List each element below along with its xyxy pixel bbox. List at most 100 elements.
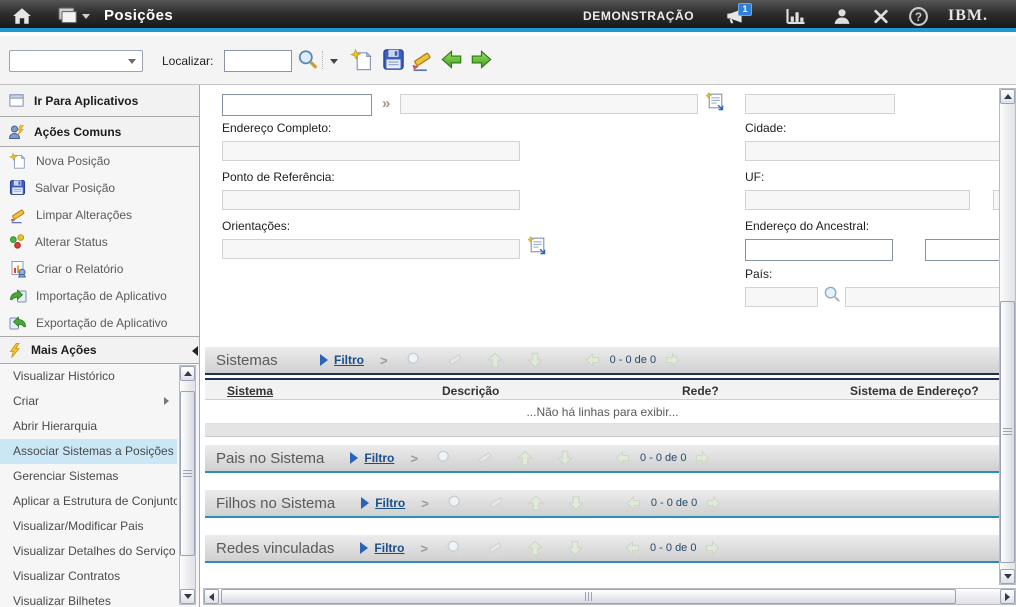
page-previous-icon-disabled — [584, 352, 602, 368]
item-label: Visualizar Contratos — [13, 569, 120, 583]
orientacoes-field — [222, 239, 520, 259]
scrollbar-thumb[interactable] — [1000, 301, 1015, 563]
long-description-icon[interactable] — [527, 235, 548, 256]
scroll-left-button[interactable] — [204, 589, 219, 604]
more-action-item[interactable]: Visualizar Detalhes do Serviço — [0, 539, 177, 564]
go-to-caret-icon[interactable] — [82, 14, 90, 19]
localizar-input[interactable] — [224, 50, 292, 72]
scroll-down-button[interactable] — [1000, 569, 1015, 584]
change-status-icon — [9, 233, 26, 250]
scroll-up-button[interactable] — [1000, 89, 1015, 104]
close-icon[interactable] — [872, 8, 894, 28]
more-action-item-criar[interactable]: Criar — [0, 389, 177, 414]
filter-expand-icon[interactable] — [361, 497, 369, 509]
filter-link[interactable]: Filtro — [364, 451, 394, 465]
pais-field — [745, 287, 818, 307]
sistemas-table-footer — [205, 424, 1000, 437]
content-horizontal-scrollbar[interactable] — [203, 588, 1016, 605]
endereco-ancestral-input-1[interactable] — [745, 239, 893, 261]
action-nova-posicao[interactable]: Nova Posição — [0, 147, 199, 174]
save-icon[interactable] — [382, 48, 404, 72]
scrollbar-thumb[interactable] — [180, 391, 195, 556]
more-action-item[interactable]: Visualizar Histórico — [0, 364, 177, 389]
uf-field — [745, 190, 970, 210]
more-action-item[interactable]: Gerenciar Sistemas — [0, 464, 177, 489]
endereco-completo-label: Endereço Completo: — [222, 121, 331, 135]
sidebar-go-to-applications[interactable]: Ir Para Aplicativos — [0, 85, 199, 117]
chevron-right-icon[interactable]: > — [410, 451, 418, 466]
filter-expand-icon[interactable] — [360, 542, 368, 554]
long-description-icon[interactable] — [705, 91, 726, 112]
action-limpar-alteracoes[interactable]: Limpar Alterações — [0, 201, 199, 228]
move-down-icon-disabled — [566, 539, 584, 557]
search-icon-disabled — [446, 539, 464, 557]
section-filhos-no-sistema: Filhos no Sistema Filtro > 0 - 0 de 0 — [205, 490, 1000, 518]
action-exportacao-aplicativo[interactable]: Exportação de Aplicativo — [0, 309, 199, 336]
clear-changes-icon[interactable] — [410, 48, 432, 72]
action-label: Criar o Relatório — [36, 262, 123, 276]
next-record-icon[interactable] — [470, 49, 492, 73]
more-action-item[interactable]: Aplicar a Estrutura de Conjunto ... — [0, 489, 177, 514]
action-select-dropdown[interactable] — [9, 50, 143, 72]
filter-expand-icon[interactable] — [320, 354, 328, 366]
sidebar-scrollbar[interactable] — [179, 365, 196, 605]
chevron-right-icon[interactable]: > — [380, 353, 388, 368]
profile-icon[interactable] — [832, 7, 854, 27]
pais-search-icon[interactable] — [823, 285, 842, 304]
top-navigation-bar: Posições DEMONSTRAÇÃO 1 ? IBM. — [0, 0, 1016, 32]
item-label: Criar — [13, 394, 39, 408]
section-title: Sistemas — [216, 352, 294, 369]
scroll-up-button[interactable] — [180, 366, 195, 381]
scrollbar-thumb[interactable] — [221, 589, 956, 604]
section-title: Redes vinculadas — [216, 540, 334, 557]
page-next-icon-disabled — [664, 352, 682, 368]
filter-link[interactable]: Filtro — [374, 541, 404, 555]
search-options-caret-icon[interactable] — [330, 59, 338, 64]
filter-link[interactable]: Filtro — [334, 353, 364, 367]
new-record-icon — [9, 152, 27, 170]
pager-count: 0 - 0 de 0 — [640, 452, 686, 464]
submenu-arrow-icon — [164, 397, 169, 405]
environment-label: DEMONSTRAÇÃO — [583, 9, 694, 23]
more-action-item[interactable]: Abrir Hierarquia — [0, 414, 177, 439]
filter-expand-icon[interactable] — [350, 452, 358, 464]
sidebar-collapse-icon[interactable] — [192, 346, 198, 356]
more-action-item[interactable]: Visualizar Contratos — [0, 564, 177, 589]
chevron-right-icon[interactable]: > — [421, 496, 429, 511]
column-header-sistema[interactable]: Sistema — [227, 384, 273, 398]
column-header-descricao: Descrição — [442, 384, 499, 398]
previous-record-icon[interactable] — [440, 49, 462, 73]
go-to-menu-icon[interactable] — [57, 6, 79, 26]
filter-link[interactable]: Filtro — [375, 496, 405, 510]
ibm-logo: IBM. — [948, 7, 988, 25]
action-alterar-status[interactable]: Alterar Status — [0, 228, 199, 255]
endereco-ancestral-input-2[interactable] — [925, 239, 1005, 261]
page-next-icon-disabled — [704, 540, 722, 556]
svg-text:?: ? — [915, 12, 922, 24]
home-icon[interactable] — [12, 6, 34, 26]
sistemas-table-empty-row: ...Não há linhas para exibir... — [205, 401, 1000, 424]
search-icon-disabled — [447, 494, 465, 512]
chevron-right-icon[interactable]: > — [420, 541, 428, 556]
action-label: Importação de Aplicativo — [36, 289, 167, 303]
search-icon[interactable] — [297, 48, 319, 72]
more-action-item[interactable]: Visualizar Bilhetes — [0, 589, 177, 607]
reports-chart-icon[interactable] — [785, 8, 807, 28]
move-up-icon-disabled — [516, 449, 534, 467]
more-action-item[interactable]: Visualizar/Modificar Pais — [0, 514, 177, 539]
scroll-right-button[interactable] — [1000, 589, 1015, 604]
more-action-item-selected[interactable]: Associar Sistemas a Posições — [0, 439, 177, 464]
action-criar-relatorio[interactable]: Criar o Relatório — [0, 255, 199, 282]
cidade-label: Cidade: — [745, 121, 786, 135]
new-record-icon[interactable] — [350, 48, 372, 72]
content-vertical-scrollbar[interactable] — [999, 88, 1016, 585]
scroll-down-button[interactable] — [180, 589, 195, 604]
item-label: Visualizar/Modificar Pais — [13, 519, 144, 533]
action-salvar-posicao[interactable]: Salvar Posição — [0, 174, 199, 201]
create-report-icon — [9, 260, 27, 278]
announcements-icon[interactable]: 1 — [724, 7, 746, 27]
action-importacao-aplicativo[interactable]: Importação de Aplicativo — [0, 282, 199, 309]
page-previous-icon-disabled — [614, 450, 632, 466]
posicao-input[interactable] — [222, 94, 372, 116]
help-icon[interactable]: ? — [908, 6, 930, 26]
